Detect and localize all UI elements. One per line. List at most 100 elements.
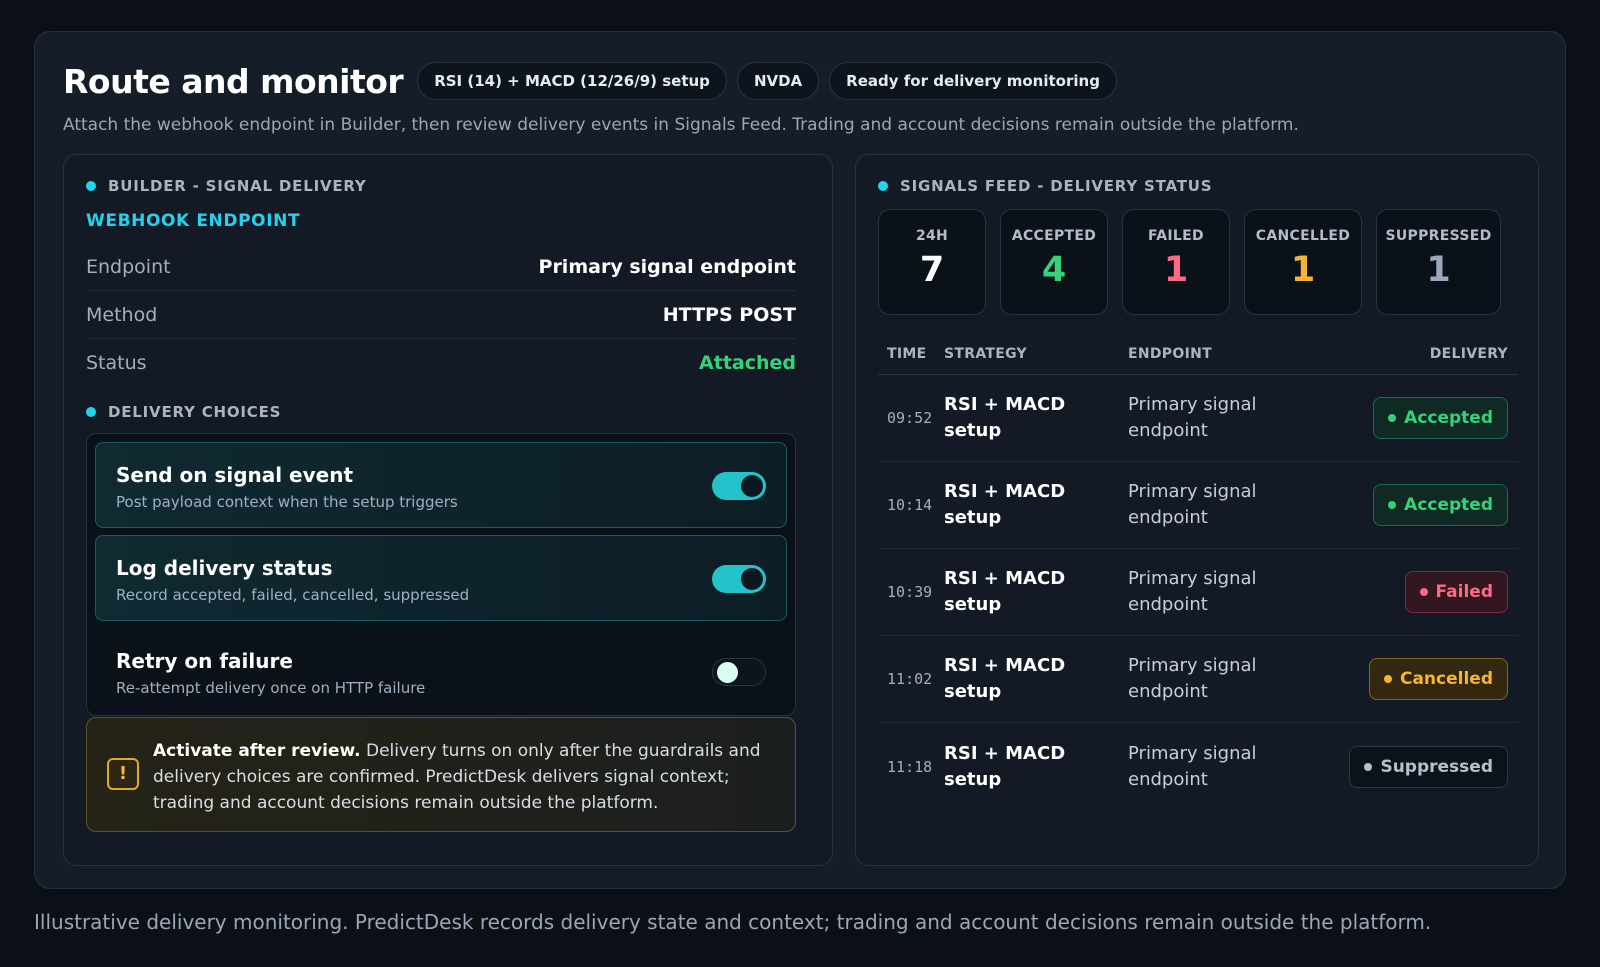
row-time: 11:02 xyxy=(887,670,933,688)
stats-row: 24H 7 ACCEPTED 4 FAILED 1 CANCELLED 1 SU… xyxy=(878,209,1501,315)
endpoint-value[interactable]: Primary signal endpoint xyxy=(539,256,796,278)
delivery-choices-title: DELIVERY CHOICES xyxy=(108,403,282,421)
builder-section-title: BUILDER - SIGNAL DELIVERY xyxy=(108,177,367,195)
row-time: 11:18 xyxy=(887,757,933,776)
status-badge-label: Accepted xyxy=(1404,408,1493,428)
status-dot-icon xyxy=(1388,501,1397,509)
toggle-knob xyxy=(741,475,763,497)
choice-title: Send on signal event xyxy=(116,463,354,487)
method-row: Method HTTPS POST xyxy=(86,291,796,339)
strategy-pill: RSI (14) + MACD (12/26/9) setup xyxy=(417,62,727,100)
status-badge: Failed xyxy=(1404,571,1508,613)
log-delivery-toggle[interactable] xyxy=(712,565,766,593)
col-time[interactable]: TIME xyxy=(878,346,944,362)
row-endpoint: Primary signal endpoint xyxy=(1128,742,1257,790)
table-row[interactable]: 10:39 RSI + MACD setup Primary signal en… xyxy=(878,549,1518,636)
title-row: Route and monitor RSI (14) + MACD (12/26… xyxy=(63,60,1537,102)
readiness-pill: Ready for delivery monitoring xyxy=(829,62,1117,100)
choice-title: Retry on failure xyxy=(116,649,293,673)
page-title: Route and monitor xyxy=(63,61,404,101)
endpoint-row: Endpoint Primary signal endpoint xyxy=(86,243,796,291)
choice-title: Log delivery status xyxy=(116,556,333,580)
notice-bold: Activate after review. xyxy=(153,741,361,761)
stat-value: 4 xyxy=(1041,250,1067,290)
toggle-knob xyxy=(717,662,738,683)
row-strategy: RSI + MACD setup xyxy=(944,655,1066,702)
status-badge: Cancelled xyxy=(1368,658,1508,700)
retry-on-failure-toggle[interactable] xyxy=(712,658,766,686)
status-dot-icon xyxy=(1383,675,1392,683)
method-key: Method xyxy=(86,303,158,326)
stat-suppressed: SUPPRESSED 1 xyxy=(1376,209,1501,315)
route-monitor-card: Route and monitor RSI (14) + MACD (12/26… xyxy=(34,31,1566,889)
col-strategy[interactable]: STRATEGY xyxy=(944,346,1128,362)
row-delivery: Failed xyxy=(1308,571,1518,613)
signals-feed-panel: SIGNALS FEED - DELIVERY STATUS 24H 7 ACC… xyxy=(855,154,1539,866)
table-row[interactable]: 11:02 RSI + MACD setup Primary signal en… xyxy=(878,636,1518,723)
table-header: TIME STRATEGY ENDPOINT DELIVERY xyxy=(878,333,1518,375)
activation-notice: ! Activate after review. Delivery turns … xyxy=(86,717,796,832)
builder-panel: BUILDER - SIGNAL DELIVERY WEBHOOK ENDPOI… xyxy=(63,154,833,866)
table-row[interactable]: 11:18 RSI + MACD setup Primary signal en… xyxy=(878,723,1518,810)
toggle-knob xyxy=(741,568,763,590)
row-time: 10:39 xyxy=(887,583,933,601)
row-strategy: RSI + MACD setup xyxy=(944,568,1066,615)
status-badge: Accepted xyxy=(1373,484,1508,526)
choice-log-delivery[interactable]: Log delivery status Record accepted, fai… xyxy=(95,535,787,621)
delivery-choices-head: DELIVERY CHOICES xyxy=(86,403,281,421)
status-dot-icon xyxy=(1364,762,1373,771)
footer-disclaimer: Illustrative delivery monitoring. Predic… xyxy=(34,910,1432,934)
stat-value: 1 xyxy=(1290,250,1316,290)
stat-cancelled: CANCELLED 1 xyxy=(1244,209,1362,315)
status-row: Status Attached xyxy=(86,339,796,387)
stat-value: 1 xyxy=(1426,250,1451,290)
row-delivery: Accepted xyxy=(1308,397,1518,439)
status-dot-icon xyxy=(1419,588,1428,596)
stat-label: FAILED xyxy=(1148,228,1204,244)
status-value: Attached xyxy=(699,352,796,374)
status-badge-label: Failed xyxy=(1435,582,1493,602)
choice-send-on-signal[interactable]: Send on signal event Post payload contex… xyxy=(95,442,787,528)
col-endpoint[interactable]: ENDPOINT xyxy=(1128,346,1308,362)
status-dot-icon xyxy=(86,181,96,191)
delivery-choices-list: Send on signal event Post payload contex… xyxy=(86,433,796,716)
delivery-table: TIME STRATEGY ENDPOINT DELIVERY 09:52 RS… xyxy=(878,333,1518,810)
feed-section-title: SIGNALS FEED - DELIVERY STATUS xyxy=(900,177,1213,195)
method-value: HTTPS POST xyxy=(662,303,796,326)
row-time: 09:52 xyxy=(887,409,933,427)
row-delivery: Suppressed xyxy=(1308,745,1518,788)
row-strategy: RSI + MACD setup xyxy=(944,742,1066,790)
stat-value: 1 xyxy=(1163,250,1189,290)
stat-label: SUPPRESSED xyxy=(1385,228,1492,244)
status-badge-label: Accepted xyxy=(1404,495,1493,515)
choice-description: Post payload context when the setup trig… xyxy=(116,493,458,511)
status-badge: Accepted xyxy=(1373,397,1508,439)
row-time: 10:14 xyxy=(887,496,933,514)
builder-section-head: BUILDER - SIGNAL DELIVERY xyxy=(86,177,367,195)
webhook-endpoint-title: WEBHOOK ENDPOINT xyxy=(86,211,301,231)
status-dot-icon xyxy=(86,407,96,417)
endpoint-key: Endpoint xyxy=(86,255,171,278)
stat-value: 7 xyxy=(919,250,945,290)
endpoint-details: Endpoint Primary signal endpoint Method … xyxy=(86,243,796,387)
row-strategy: RSI + MACD setup xyxy=(944,481,1066,528)
table-row[interactable]: 09:52 RSI + MACD setup Primary signal en… xyxy=(878,375,1518,462)
table-row[interactable]: 10:14 RSI + MACD setup Primary signal en… xyxy=(878,462,1518,549)
status-badge: Suppressed xyxy=(1349,745,1508,788)
stat-label: 24H xyxy=(915,228,949,244)
row-endpoint: Primary signal endpoint xyxy=(1128,655,1257,702)
feed-section-head: SIGNALS FEED - DELIVERY STATUS xyxy=(878,177,1212,195)
choice-description: Re-attempt delivery once on HTTP failure xyxy=(116,679,426,697)
choice-retry-on-failure[interactable]: Retry on failure Re-attempt delivery onc… xyxy=(95,628,787,714)
ticker-pill: NVDA xyxy=(736,62,820,100)
send-on-signal-toggle[interactable] xyxy=(712,472,766,500)
status-dot-icon xyxy=(1388,414,1397,422)
stat-accepted: ACCEPTED 4 xyxy=(1000,209,1108,315)
col-delivery[interactable]: DELIVERY xyxy=(1308,346,1518,362)
stat-label: CANCELLED xyxy=(1255,228,1351,244)
warning-icon: ! xyxy=(107,758,139,790)
status-dot-icon xyxy=(878,181,888,191)
row-endpoint: Primary signal endpoint xyxy=(1128,394,1257,441)
stat-failed: FAILED 1 xyxy=(1122,209,1230,315)
page-subtitle: Attach the webhook endpoint in Builder, … xyxy=(63,115,1299,135)
